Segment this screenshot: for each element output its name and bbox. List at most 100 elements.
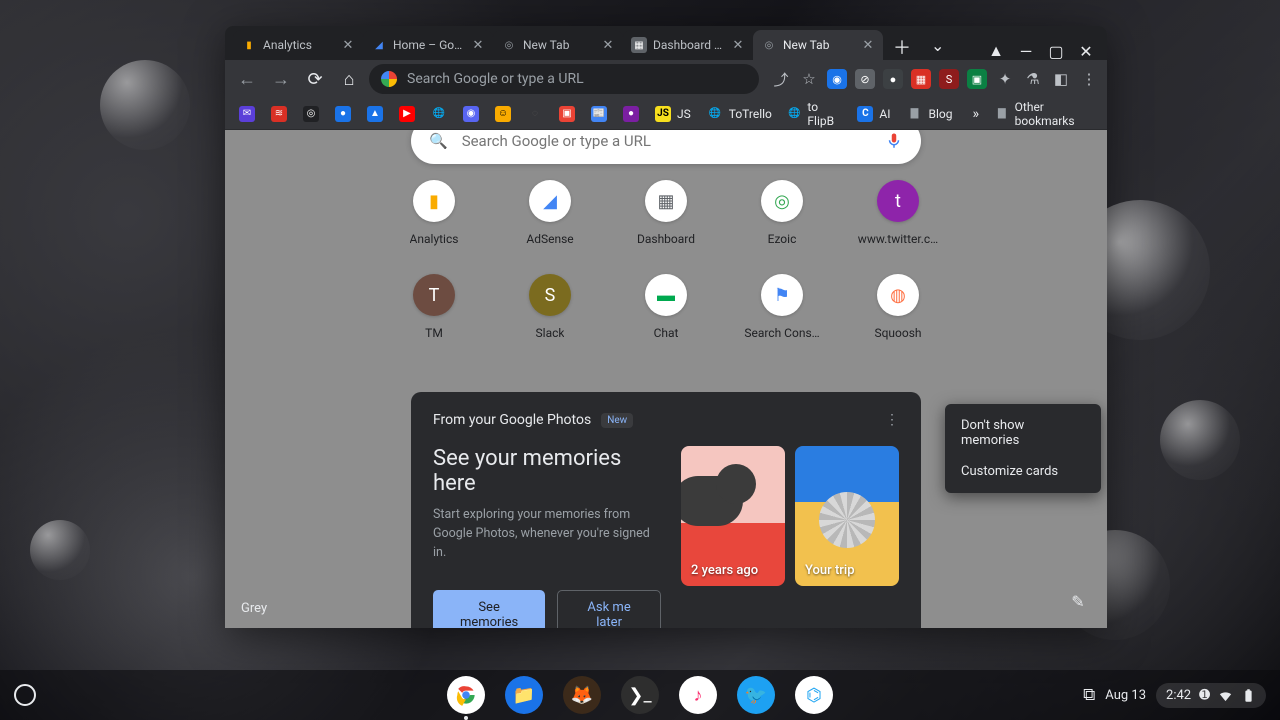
shelf-music[interactable]: ♪ [679, 676, 717, 714]
address-bar[interactable]: Search Google or type a URL [369, 64, 759, 94]
bookmark-item[interactable]: ≋ [265, 102, 293, 126]
menu-customize-cards[interactable]: Customize cards [945, 456, 1101, 487]
forward-button[interactable]: → [267, 65, 295, 93]
photos-card-heading: From your Google Photos [433, 412, 591, 428]
chrome-window: ▮ Analytics ✕ ◢ Home – Googl ✕ ◎ New Tab… [225, 26, 1107, 628]
card-context-menu: Don't show memories Customize cards [945, 404, 1101, 493]
bookmark-item[interactable]: ◉ [457, 102, 485, 126]
extension-icon[interactable]: ▦ [911, 69, 931, 89]
shelf-date: Aug 13 [1105, 688, 1146, 703]
minimize-button[interactable]: — [1017, 42, 1035, 60]
tab-dashboard[interactable]: ▦ Dashboard ‹ Al ✕ [623, 30, 753, 60]
bookmark-item[interactable]: ◌ [521, 102, 549, 126]
google-icon [381, 71, 397, 87]
share-icon[interactable]: ⤴ [771, 69, 791, 89]
favicon-wp: ▦ [631, 37, 647, 53]
customize-chrome-button[interactable]: ✎ [1063, 586, 1093, 616]
shortcut-twitter[interactable]: twww.twitter.c… [850, 180, 946, 246]
extension-icon[interactable]: ▣ [967, 69, 987, 89]
close-icon[interactable]: ✕ [471, 38, 485, 52]
close-icon[interactable]: ✕ [731, 38, 745, 52]
card-more-icon[interactable]: ⋮ [885, 412, 899, 428]
sidepanel-icon[interactable]: ◧ [1051, 69, 1071, 89]
bookmark-js[interactable]: JSJS [649, 102, 697, 126]
new-badge: New [601, 413, 633, 428]
extension-icon[interactable]: ◉ [827, 69, 847, 89]
bookmark-item[interactable]: ▶ [393, 102, 421, 126]
maximize-button[interactable]: ▢ [1047, 42, 1065, 60]
chromeos-shelf: 📁 🦊 ❯_ ♪ 🐦 ⌬ ⧉ Aug 13 2:42 ➊ [0, 670, 1280, 720]
reload-button[interactable]: ⟳ [301, 65, 329, 93]
bookmark-blog[interactable]: ▇Blog [901, 102, 959, 126]
shelf-terminal[interactable]: ❯_ [621, 676, 659, 714]
shortcut-slack[interactable]: SSlack [502, 274, 598, 340]
shortcut-squoosh[interactable]: ◍Squoosh [850, 274, 946, 340]
bookmark-item[interactable]: 📰 [585, 102, 613, 126]
shortcut-search-console[interactable]: ⚑Search Cons… [734, 274, 830, 340]
shortcut-tm[interactable]: TTM [386, 274, 482, 340]
window-controls: ▲ — ▢ ✕ [987, 36, 1107, 60]
tab-strip: ▮ Analytics ✕ ◢ Home – Googl ✕ ◎ New Tab… [225, 26, 1107, 60]
tote-icon[interactable]: ⧉ [1083, 685, 1095, 705]
tab-newtab-1[interactable]: ◎ New Tab ✕ [493, 30, 623, 60]
shortcut-ezoic[interactable]: ◎Ezoic [734, 180, 830, 246]
shelf-time: 2:42 [1166, 688, 1191, 703]
extension-icon[interactable]: ● [883, 69, 903, 89]
launcher-button[interactable] [14, 684, 36, 706]
bookmark-ai[interactable]: CAI [851, 102, 896, 126]
bookmarks-overflow[interactable]: » [966, 106, 985, 122]
ask-me-later-button[interactable]: Ask me later [557, 590, 661, 628]
bookmark-icon[interactable]: ☆ [799, 69, 819, 89]
theme-name-label[interactable]: Grey [241, 601, 267, 616]
shelf-files[interactable]: 📁 [505, 676, 543, 714]
extension-icon[interactable]: ⊘ [855, 69, 875, 89]
extensions-icon[interactable]: ✦ [995, 69, 1015, 89]
shelf-app[interactable]: 🦊 [563, 676, 601, 714]
close-window-button[interactable]: ✕ [1077, 42, 1095, 60]
bookmark-toflipb[interactable]: 🌐to FlipB [782, 102, 848, 126]
new-tab-button[interactable]: ＋ [883, 34, 921, 60]
back-button[interactable]: ← [233, 65, 261, 93]
close-icon[interactable]: ✕ [341, 38, 355, 52]
bookmark-item[interactable]: ● [617, 102, 645, 126]
shelf-twitter[interactable]: 🐦 [737, 676, 775, 714]
bookmark-totrello[interactable]: 🌐ToTrello [701, 102, 778, 126]
shelf-chrome[interactable] [447, 676, 485, 714]
favicon-chrome: ◎ [501, 37, 517, 53]
bookmark-item[interactable]: ▣ [553, 102, 581, 126]
shortcut-chat[interactable]: ▬Chat [618, 274, 714, 340]
labs-icon[interactable]: ⚗ [1023, 69, 1043, 89]
notification-indicator-icon: ➊ [1199, 688, 1210, 703]
extension-icon[interactable]: S [939, 69, 959, 89]
pin-icon[interactable]: ▲ [987, 42, 1005, 60]
bookmark-item[interactable]: ● [329, 102, 357, 126]
status-area[interactable]: ⧉ Aug 13 2:42 ➊ [1083, 683, 1266, 708]
voice-search-icon[interactable] [885, 132, 903, 150]
close-icon[interactable]: ✕ [601, 38, 615, 52]
ntp-search-box[interactable]: 🔍 Search Google or type a URL [411, 130, 921, 164]
shortcut-analytics[interactable]: ▮Analytics [386, 180, 482, 246]
shortcut-dashboard[interactable]: ▦Dashboard [618, 180, 714, 246]
bookmark-item[interactable]: 🌐 [425, 102, 453, 126]
bookmark-item[interactable]: ▲ [361, 102, 389, 126]
tab-search-button[interactable]: ⌄ [931, 36, 944, 55]
tab-home-google[interactable]: ◢ Home – Googl ✕ [363, 30, 493, 60]
memory-card-your-trip[interactable]: Your trip [795, 446, 899, 586]
menu-icon[interactable]: ⋮ [1079, 69, 1099, 89]
search-icon: 🔍 [429, 132, 448, 150]
memory-card-2-years-ago[interactable]: 2 years ago [681, 446, 785, 586]
home-button[interactable]: ⌂ [335, 65, 363, 93]
menu-dont-show-memories[interactable]: Don't show memories [945, 410, 1101, 456]
photos-card-subtitle: Start exploring your memories from Googl… [433, 506, 661, 562]
see-memories-button[interactable]: See memories [433, 590, 545, 628]
bookmark-item[interactable]: ✉ [233, 102, 261, 126]
favicon-adsense: ◢ [371, 37, 387, 53]
close-icon[interactable]: ✕ [861, 38, 875, 52]
bookmark-item[interactable]: ☺ [489, 102, 517, 126]
tab-newtab-active[interactable]: ◎ New Tab ✕ [753, 30, 883, 60]
bookmark-item[interactable]: ◎ [297, 102, 325, 126]
shelf-vscode[interactable]: ⌬ [795, 676, 833, 714]
shortcut-adsense[interactable]: ◢AdSense [502, 180, 598, 246]
other-bookmarks[interactable]: ▇Other bookmarks [989, 102, 1099, 126]
tab-analytics[interactable]: ▮ Analytics ✕ [233, 30, 363, 60]
